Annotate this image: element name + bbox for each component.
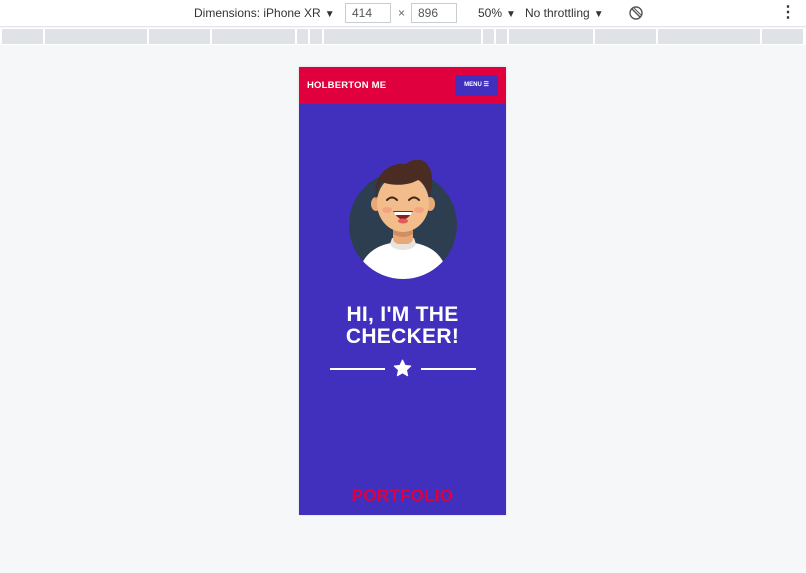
media-query-segment[interactable] — [212, 29, 295, 44]
media-query-segment[interactable] — [595, 29, 656, 44]
device-height-input[interactable]: 896 — [411, 3, 457, 23]
device-viewport: HOLBERTON ME MENU ☰ HI, I'M THE CHECKER!… — [299, 67, 506, 515]
brand-logo[interactable]: HOLBERTON ME — [307, 67, 386, 104]
chevron-down-icon: ▼ — [324, 9, 335, 20]
rotate-icon[interactable] — [628, 5, 644, 21]
chevron-down-icon: ▼ — [593, 9, 604, 20]
divider-line — [421, 368, 476, 370]
media-query-segment[interactable] — [324, 29, 481, 44]
avatar-image — [348, 156, 458, 279]
star-divider — [330, 357, 476, 378]
devtools-device-toolbar: Dimensions: iPhone XR ▼ 414 × 896 50% ▼ No… — [0, 0, 806, 27]
media-query-segment[interactable] — [496, 29, 507, 44]
media-query-segment[interactable] — [297, 29, 308, 44]
throttling-label: No throttling — [525, 6, 590, 20]
hero-heading-line: HI, I'M THE — [346, 303, 459, 326]
media-query-segment[interactable] — [310, 29, 322, 44]
media-query-segment[interactable] — [45, 29, 147, 44]
media-query-bar — [0, 28, 806, 45]
navbar: HOLBERTON ME MENU ☰ — [299, 67, 506, 104]
zoom-select[interactable]: 50% ▼ — [478, 0, 516, 26]
media-query-segment[interactable] — [483, 29, 494, 44]
media-query-segment[interactable] — [509, 29, 593, 44]
zoom-label: 50% — [478, 6, 503, 20]
media-query-segment[interactable] — [658, 29, 760, 44]
hero-heading-line: CHECKER! — [345, 325, 460, 348]
media-query-segment[interactable] — [2, 29, 43, 44]
device-width-input[interactable]: 414 — [345, 3, 391, 23]
divider-line — [330, 368, 385, 370]
portfolio-section-title: PORTFOLIO — [351, 486, 454, 505]
device-dimensions-label: Dimensions: iPhone XR — [194, 6, 321, 20]
times-separator: × — [398, 6, 406, 20]
throttling-select[interactable]: No throttling ▼ — [525, 0, 604, 26]
device-dimensions-select[interactable]: Dimensions: iPhone XR ▼ — [194, 0, 335, 26]
more-options-icon[interactable]: ⋮ — [780, 0, 796, 26]
chevron-down-icon: ▼ — [506, 9, 516, 20]
star-icon — [393, 359, 412, 378]
menu-button[interactable]: MENU ☰ — [455, 75, 498, 96]
hero-heading: HI, I'M THE CHECKER! — [299, 304, 506, 348]
media-query-segment[interactable] — [149, 29, 210, 44]
media-query-segment[interactable] — [762, 29, 803, 44]
